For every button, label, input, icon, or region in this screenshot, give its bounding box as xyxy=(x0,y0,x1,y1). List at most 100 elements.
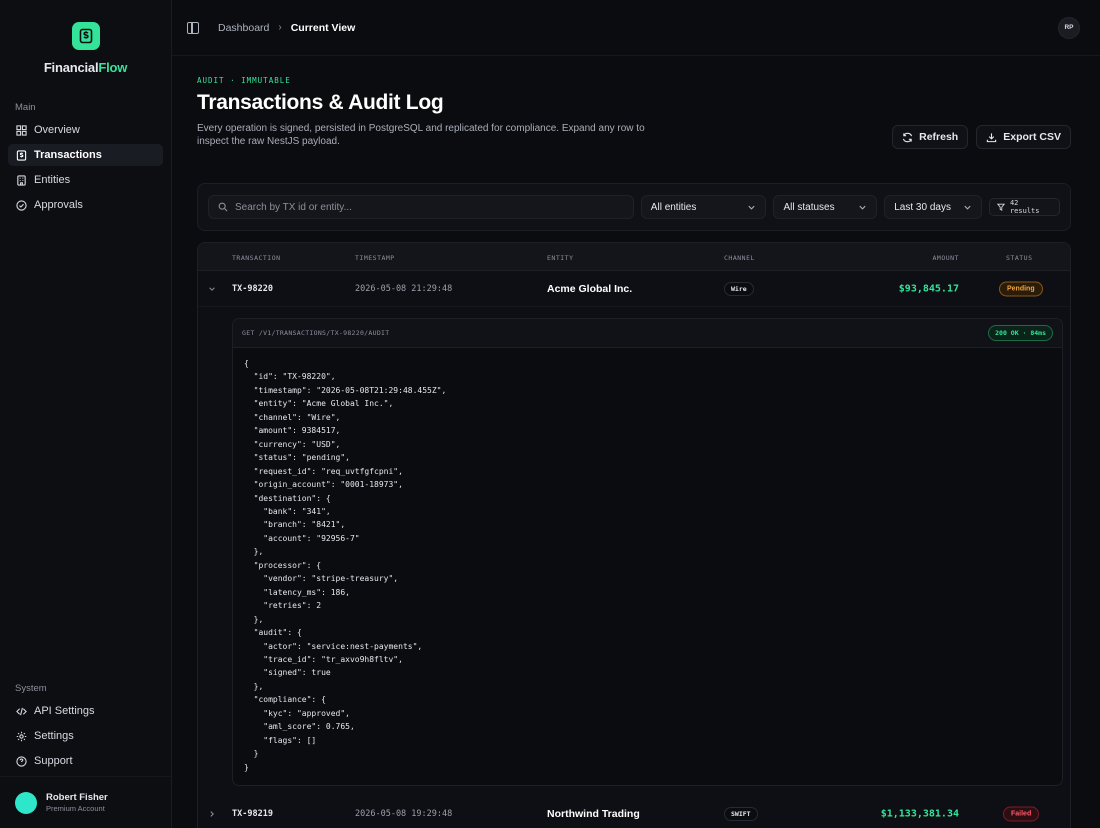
sidebar: FinancialFlow Main Overview Transactions… xyxy=(0,0,172,828)
api-endpoint: GET /V1/TRANSACTIONS/TX-98220/AUDIT xyxy=(242,329,390,337)
chevron-down-icon[interactable] xyxy=(208,285,216,293)
brand: FinancialFlow xyxy=(0,0,171,75)
download-icon xyxy=(987,132,997,142)
search-input[interactable] xyxy=(235,201,615,213)
status-filter-select[interactable]: All statuses xyxy=(773,195,878,219)
transaction-amount: $93,845.17 xyxy=(898,283,959,294)
building-icon xyxy=(17,174,26,186)
transactions-table: TRANSACTION TIMESTAMP ENTITY CHANNEL AMO… xyxy=(197,242,1071,828)
sidebar-item-transactions[interactable]: Transactions xyxy=(8,144,163,166)
audit-payload-header: GET /V1/TRANSACTIONS/TX-98220/AUDIT 200 … xyxy=(233,319,1062,348)
transaction-id: TX-98219 xyxy=(232,809,273,819)
channel-badge: Wire xyxy=(724,281,754,296)
column-header-timestamp[interactable]: TIMESTAMP xyxy=(355,254,395,262)
user-plan: Premium Account xyxy=(46,804,105,813)
chevron-right-icon: › xyxy=(278,22,282,33)
channel-badge: SWIFT xyxy=(724,807,758,821)
export-csv-button[interactable]: Export CSV xyxy=(976,125,1071,149)
date-range-value: Last 30 days xyxy=(894,201,951,213)
sidebar-item-label: Entities xyxy=(34,174,71,186)
entity-filter-value: All entities xyxy=(650,201,697,213)
system-section: System API Settings Settings Support xyxy=(0,683,171,772)
user-menu-button[interactable]: RP xyxy=(1058,16,1080,39)
page-subtitle: Every operation is signed, persisted in … xyxy=(197,123,645,147)
results-count: 42 results xyxy=(1009,199,1040,215)
sidebar-item-label: Overview xyxy=(34,124,80,136)
table-row[interactable]: TX-98220 2026-05-08 21:29:48 Acme Global… xyxy=(198,271,1070,307)
chevron-right-icon[interactable] xyxy=(208,810,216,818)
sidebar-item-support[interactable]: Support xyxy=(8,750,163,772)
system-nav: API Settings Settings Support xyxy=(0,700,171,772)
results-count-badge: 42 results xyxy=(989,198,1060,216)
code-icon xyxy=(16,707,27,715)
sidebar-item-label: Support xyxy=(34,755,73,767)
dollar-icon xyxy=(16,149,27,161)
column-header-status[interactable]: STATUS xyxy=(1006,254,1032,262)
sidebar-item-overview[interactable]: Overview xyxy=(8,119,163,141)
chevron-down-icon xyxy=(748,205,756,210)
nav-section-main-label: Main xyxy=(15,102,36,113)
refresh-button[interactable]: Refresh xyxy=(892,125,969,149)
refresh-button-label: Refresh xyxy=(919,131,959,143)
grid-icon xyxy=(16,124,27,136)
sidebar-item-settings[interactable]: Settings xyxy=(8,725,163,747)
brand-name-part2: Flow xyxy=(98,60,128,75)
brand-name-part1: Financial xyxy=(43,60,99,75)
column-header-entity[interactable]: ENTITY xyxy=(547,254,573,262)
json-payload: { "id": "TX-98220", "timestamp": "2026-0… xyxy=(244,359,447,772)
breadcrumb-dashboard[interactable]: Dashboard xyxy=(218,22,269,34)
status-badge: Failed xyxy=(1003,806,1040,822)
topbar: Dashboard › Current View RP xyxy=(172,0,1100,56)
search-icon xyxy=(218,202,228,212)
search-box xyxy=(208,195,634,219)
header-actions: Refresh Export CSV xyxy=(892,125,1071,149)
entity-filter-select[interactable]: All entities xyxy=(640,195,767,219)
status-filter-value: All statuses xyxy=(783,201,835,213)
column-header-channel[interactable]: CHANNEL xyxy=(724,254,755,262)
sidebar-item-label: Transactions xyxy=(34,149,102,161)
avatar xyxy=(15,791,37,814)
brand-logo-icon[interactable] xyxy=(71,22,100,50)
sidebar-item-label: Approvals xyxy=(34,199,83,211)
filter-bar: All entities All statuses Last 30 days 4… xyxy=(197,183,1071,231)
refresh-icon xyxy=(902,132,913,142)
sidebar-item-api-settings[interactable]: API Settings xyxy=(8,700,163,722)
breadcrumb-current: Current View xyxy=(290,21,356,34)
transaction-id: TX-98220 xyxy=(232,283,273,294)
check-circle-icon xyxy=(16,199,27,211)
page-content: AUDIT · IMMUTABLE Transactions & Audit L… xyxy=(197,76,1071,828)
page-title: Transactions & Audit Log xyxy=(197,91,444,114)
main-nav: Overview Transactions Entities Approvals xyxy=(0,119,171,216)
sidebar-item-label: Settings xyxy=(34,730,74,742)
date-range-select[interactable]: Last 30 days xyxy=(884,195,982,219)
chevron-down-icon xyxy=(859,205,866,210)
sidebar-item-label: API Settings xyxy=(34,705,95,717)
help-circle-icon xyxy=(16,755,27,767)
filter-icon xyxy=(997,203,1005,211)
brand-name: FinancialFlow xyxy=(43,60,128,75)
sidebar-item-entities[interactable]: Entities xyxy=(8,169,163,191)
breadcrumb: Dashboard › Current View xyxy=(218,22,355,34)
http-status-badge: 200 OK · 84ms xyxy=(988,325,1053,341)
audit-payload-panel: GET /V1/TRANSACTIONS/TX-98220/AUDIT 200 … xyxy=(232,318,1063,786)
export-csv-button-label: Export CSV xyxy=(1003,131,1061,143)
nav-section-system-label: System xyxy=(15,683,47,694)
main-content: Dashboard › Current View RP AUDIT · IMMU… xyxy=(172,0,1100,828)
user-profile[interactable]: Robert Fisher Premium Account xyxy=(0,776,171,828)
status-badge: Pending xyxy=(999,281,1043,296)
table-row[interactable]: TX-98219 2026-05-08 19:29:48 Northwind T… xyxy=(198,796,1070,828)
gear-icon xyxy=(16,731,27,741)
user-name: Robert Fisher xyxy=(46,792,108,803)
sidebar-item-approvals[interactable]: Approvals xyxy=(8,194,163,216)
column-header-amount[interactable]: AMOUNT xyxy=(933,254,959,262)
page-eyebrow: AUDIT · IMMUTABLE xyxy=(197,76,291,85)
transaction-entity: Northwind Trading xyxy=(547,808,640,820)
transaction-timestamp: 2026-05-08 19:29:48 xyxy=(355,809,453,819)
transaction-amount: $1,133,381.34 xyxy=(880,808,959,820)
transaction-timestamp: 2026-05-08 21:29:48 xyxy=(355,283,453,294)
chevron-down-icon xyxy=(964,205,971,210)
table-header: TRANSACTION TIMESTAMP ENTITY CHANNEL AMO… xyxy=(198,243,1070,271)
transaction-entity: Acme Global Inc. xyxy=(547,282,633,295)
sidebar-toggle-icon[interactable] xyxy=(187,21,199,34)
column-header-transaction[interactable]: TRANSACTION xyxy=(232,254,281,262)
